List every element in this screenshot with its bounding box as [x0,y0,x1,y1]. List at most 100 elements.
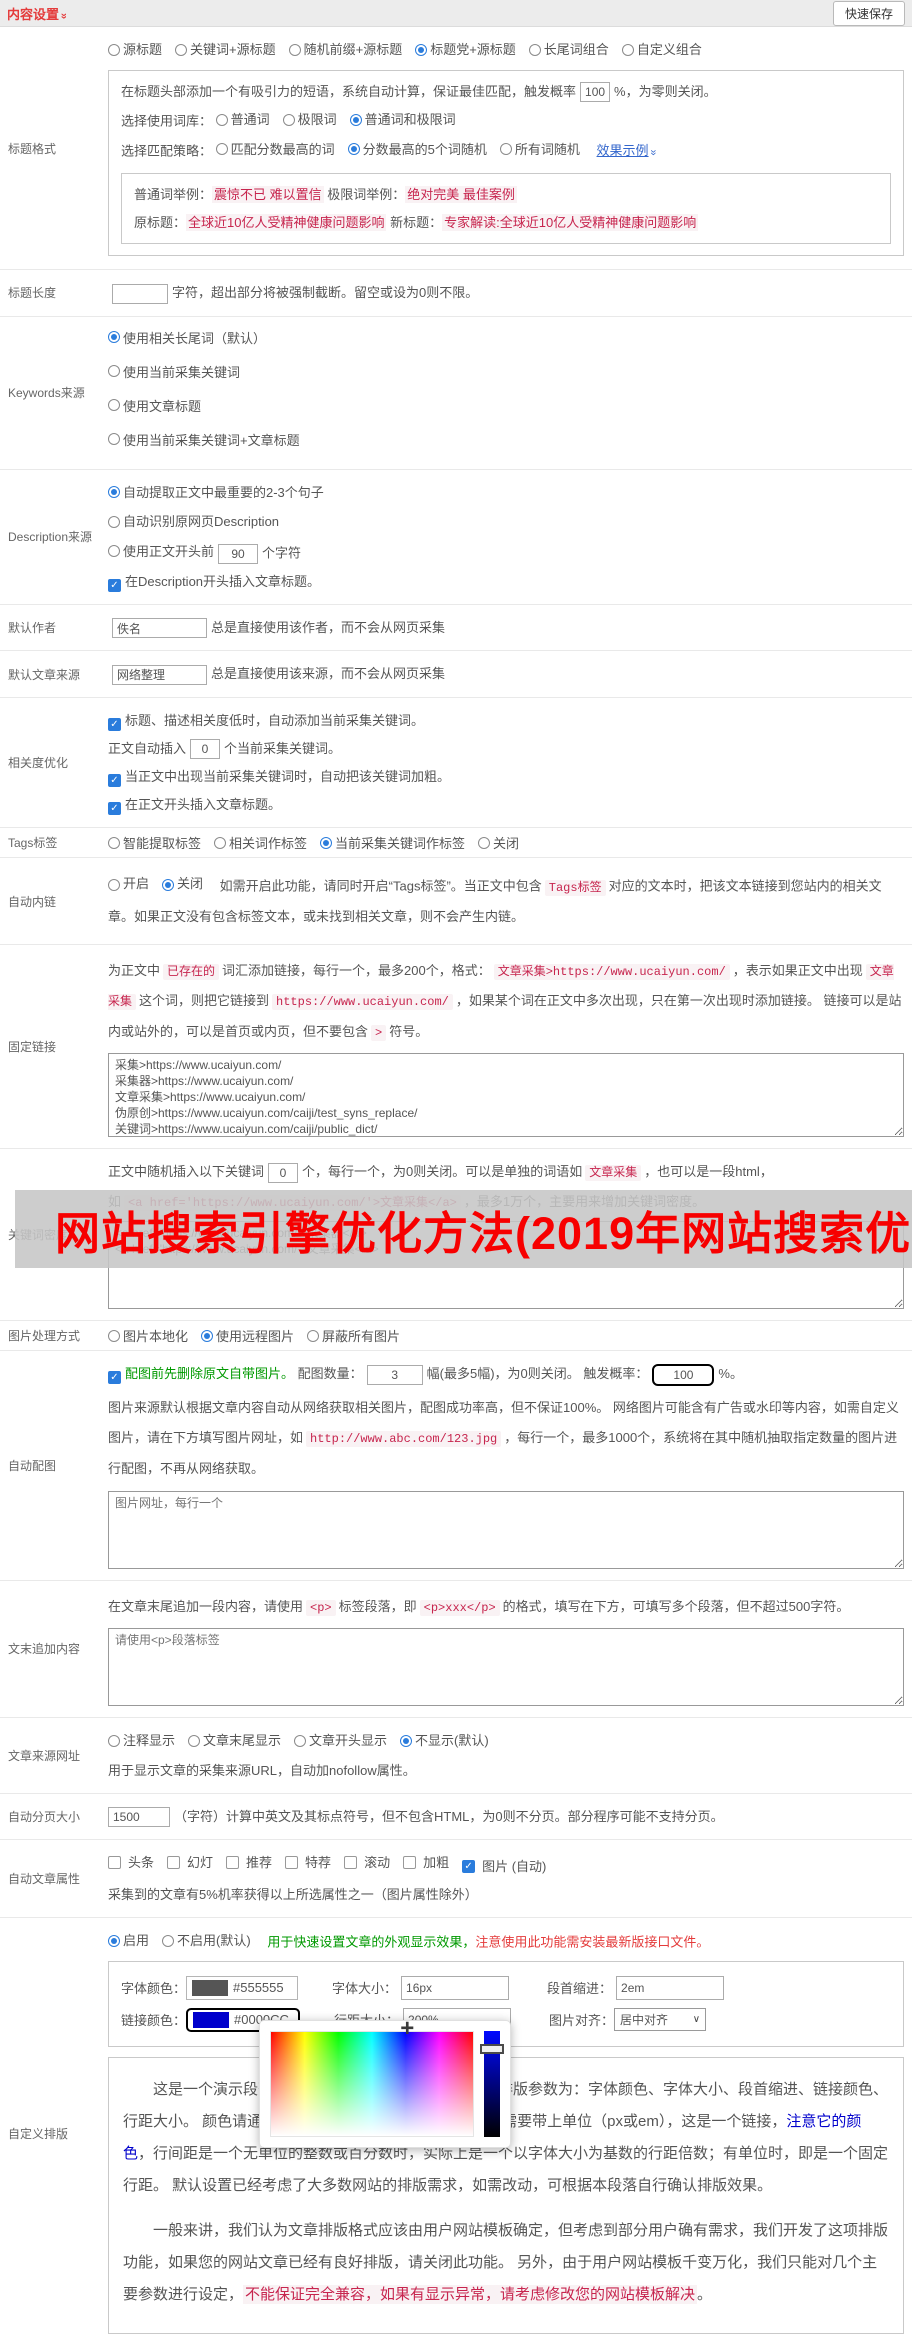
radio-option[interactable]: 分数最高的5个词随机 [347,139,487,160]
radio-icon[interactable] [499,143,512,156]
image-count-input[interactable] [366,1364,423,1385]
description-option-2[interactable]: 自动识别原网页Description [108,511,904,534]
radio-icon[interactable] [175,43,188,56]
radio-icon[interactable] [108,433,120,446]
radio-option[interactable]: 源标题 [108,39,162,60]
radio-icon[interactable] [415,43,428,56]
relevance-line-3[interactable]: 当正文中出现当前采集关键词时，自动把该关键词加粗。 [108,766,904,788]
checkbox-icon[interactable] [108,1371,121,1385]
radio-icon[interactable] [621,43,634,56]
radio-option[interactable]: 使用当前采集关键词 [108,362,904,381]
radio-icon[interactable] [288,43,301,56]
radio-option[interactable]: 所有词随机 [499,139,580,160]
radio-icon[interactable] [347,143,360,156]
radio-icon[interactable] [108,1734,120,1747]
radio-option[interactable]: 匹配分数最高的词 [215,139,335,160]
radio-icon[interactable] [400,1734,413,1747]
image-urls-textarea[interactable] [108,1490,904,1569]
radio-icon[interactable] [108,1934,120,1947]
checkbox-icon[interactable] [344,1856,358,1870]
radio-icon[interactable] [162,878,175,891]
append-content-textarea[interactable] [108,1628,904,1707]
radio-icon[interactable] [320,836,333,849]
checkbox-icon[interactable] [167,1856,181,1870]
radio-option[interactable]: 普通词 [215,109,270,130]
radio-option[interactable]: 不启用(默认) [162,1930,251,1951]
radio-icon[interactable] [528,43,541,56]
link-color-swatch[interactable] [193,2011,230,2028]
font-color-value-input[interactable] [231,1979,296,1997]
radio-option[interactable]: 自定义组合 [621,39,702,60]
font-size-input[interactable] [401,1975,510,2000]
radio-icon[interactable] [282,113,295,126]
checkbox-option[interactable]: 特荐 [285,1852,331,1873]
checkbox-icon[interactable] [462,1860,476,1874]
radio-option[interactable]: 标题党+源标题 [415,39,516,60]
radio-option[interactable]: 使用文章标题 [108,396,904,415]
checkbox-icon[interactable] [403,1856,417,1870]
checkbox-option[interactable]: 幻灯 [167,1852,213,1873]
img-align-select[interactable]: 居中对齐 ∨ [614,2008,707,2032]
page-size-input[interactable] [108,1807,170,1828]
radio-option[interactable]: 注释显示 [108,1730,175,1751]
radio-option[interactable]: 使用当前采集关键词+文章标题 [108,430,904,449]
effect-example-link[interactable]: 效果示例« [597,143,660,158]
radio-option[interactable]: 普通词和极限词 [349,109,456,130]
radio-option[interactable]: 使用远程图片 [201,1326,294,1345]
radio-option[interactable]: 智能提取标签 [108,833,201,852]
color-picker-saturation-area[interactable]: + [270,2016,474,2137]
radio-icon[interactable] [214,836,227,849]
radio-icon[interactable] [478,836,491,849]
radio-option[interactable]: 关闭 [478,833,519,852]
checkbox-option[interactable]: 加粗 [403,1852,449,1873]
radio-icon[interactable] [215,113,228,126]
radio-option[interactable]: 启用 [108,1930,149,1951]
checkbox-option[interactable]: 图片 (自动) [462,1856,546,1877]
radio-option[interactable]: 使用相关长尾词（默认） [108,328,904,347]
radio-option[interactable]: 开启 [108,869,149,900]
radio-icon[interactable] [108,545,120,558]
fixed-links-textarea[interactable]: 采集>https://www.ucaiyun.com/ 采集器>https://… [108,1053,904,1138]
checkbox-icon[interactable] [108,1856,121,1870]
relevance-line-1[interactable]: 标题、描述相关度低时，自动添加当前采集关键词。 [108,710,904,731]
radio-icon[interactable] [201,1329,214,1342]
description-option-1[interactable]: 自动提取正文中最重要的2-3个句子 [108,482,904,505]
checkbox-icon[interactable] [108,802,121,816]
radio-icon[interactable] [108,836,120,849]
keyword-density-count-input[interactable] [268,1162,299,1183]
color-picker-hue-slider[interactable] [480,2030,504,2137]
checkbox-icon[interactable] [108,717,121,731]
radio-icon[interactable] [162,1934,175,1947]
radio-icon[interactable] [108,399,120,412]
radio-option[interactable]: 随机前缀+源标题 [288,39,402,60]
font-color-swatch[interactable] [192,1979,229,1996]
radio-icon[interactable] [108,486,120,499]
radio-option[interactable]: 文章末尾显示 [188,1730,281,1751]
radio-option[interactable]: 长尾词组合 [528,39,609,60]
radio-option[interactable]: 关键词+源标题 [175,39,276,60]
image-trigger-probability-input[interactable] [652,1363,715,1386]
radio-option[interactable]: 图片本地化 [108,1326,188,1345]
radio-icon[interactable] [215,143,228,156]
radio-icon[interactable] [188,1734,201,1747]
checkbox-icon[interactable] [226,1856,240,1870]
radio-option[interactable]: 当前采集关键词作标签 [320,833,465,852]
radio-option[interactable]: 极限词 [282,109,337,130]
checkbox-icon[interactable] [285,1856,299,1870]
radio-icon[interactable] [294,1734,307,1747]
title-trigger-probability-input[interactable] [580,82,611,103]
radio-icon[interactable] [108,1329,120,1342]
color-picker-slider-handle[interactable] [480,2043,504,2054]
default-author-input[interactable] [112,618,207,639]
radio-icon[interactable] [108,331,120,344]
default-source-input[interactable] [112,664,207,685]
indent-input[interactable] [616,1975,725,2000]
radio-icon[interactable] [349,113,362,126]
checkbox-option[interactable]: 头条 [108,1852,154,1873]
radio-option[interactable]: 关闭 [162,869,203,900]
checkbox-option[interactable]: 滚动 [344,1852,390,1873]
insert-keywords-count-input[interactable] [190,739,221,760]
color-picker-crosshair-icon[interactable]: + [400,2016,414,2041]
checkbox-icon[interactable] [108,578,121,592]
radio-icon[interactable] [108,515,120,528]
